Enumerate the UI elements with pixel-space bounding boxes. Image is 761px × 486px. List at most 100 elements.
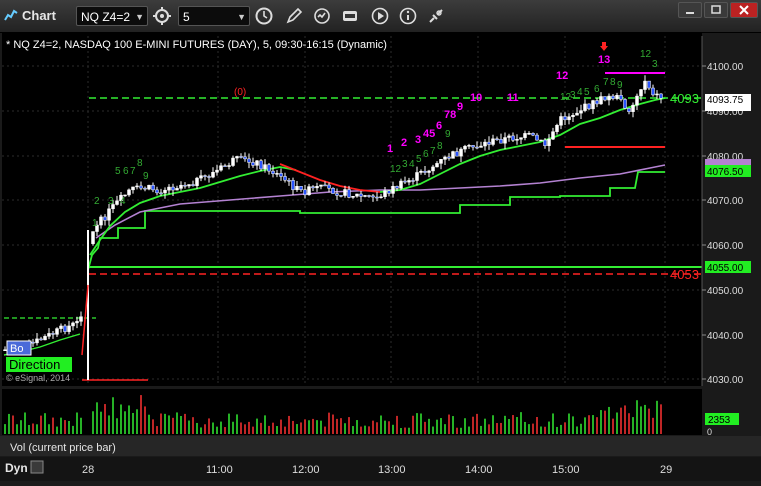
candle-body — [463, 145, 467, 150]
esignal-watermark: © eSignal, 2014 — [6, 373, 70, 383]
candle-body — [523, 133, 527, 138]
candle-body — [235, 156, 239, 159]
svg-text:2: 2 — [94, 196, 100, 207]
candle-body — [259, 160, 263, 170]
candle-body — [611, 95, 615, 99]
chart-area[interactable]: * NQ Z4=2, NASDAQ 100 E-MINI FUTURES (DA… — [0, 33, 761, 481]
candle-body — [335, 193, 339, 196]
svg-text:3: 3 — [415, 134, 421, 146]
candle-body — [615, 95, 619, 99]
candle-body — [659, 93, 663, 99]
magnifier-icon[interactable] — [30, 460, 44, 474]
candle-body — [191, 184, 195, 186]
volume-zero: 0 — [707, 427, 712, 437]
candle-body — [355, 193, 359, 197]
price-tick: 4050.00 — [707, 286, 744, 297]
price-tick: 4040.00 — [707, 331, 744, 342]
candle-body — [239, 156, 243, 158]
link-icon[interactable] — [426, 6, 446, 26]
candle-body — [175, 188, 179, 191]
bo-label: Bo — [10, 343, 23, 355]
candle-body — [107, 208, 111, 221]
interval-dropdown[interactable]: 5 ▼ — [178, 6, 250, 26]
clock-icon[interactable] — [254, 6, 274, 26]
candle-body — [607, 95, 611, 101]
svg-text:9: 9 — [457, 101, 463, 113]
candle-body — [415, 172, 419, 181]
candle-body — [155, 189, 159, 194]
candle-body — [455, 151, 459, 157]
interval-value: 5 — [183, 10, 190, 24]
time-tick: 15:00 — [552, 464, 580, 476]
price-tag-green: 4076.50 — [707, 167, 744, 178]
svg-text:6: 6 — [594, 84, 600, 95]
candle-body — [655, 93, 659, 96]
symbol-dropdown[interactable]: NQ Z4=2 ▼ — [76, 6, 148, 26]
candle-body — [75, 321, 79, 324]
label-marker: (0) — [234, 87, 246, 98]
candle-body — [495, 138, 499, 141]
chevron-down-icon: ▼ — [237, 12, 246, 22]
candle-body — [515, 139, 519, 141]
info-icon[interactable] — [398, 6, 418, 26]
candle-body — [627, 108, 631, 112]
settings-gear-icon[interactable] — [152, 6, 172, 26]
svg-text:7: 7 — [430, 146, 436, 157]
chart-app-icon — [4, 9, 18, 21]
candle-body — [199, 175, 203, 179]
candle-body — [479, 145, 483, 148]
candle-body — [447, 156, 451, 159]
candle-body — [559, 116, 563, 126]
close-button[interactable] — [730, 2, 758, 18]
candle-body — [215, 169, 219, 173]
candle-body — [67, 325, 71, 332]
candle-body — [323, 184, 327, 187]
study-icon[interactable] — [340, 6, 360, 26]
candle-body — [151, 184, 155, 191]
candle-body — [387, 190, 391, 194]
candle-body — [327, 184, 331, 189]
candle-body — [171, 186, 175, 191]
pencil-icon[interactable] — [284, 6, 304, 26]
time-tick: 14:00 — [465, 464, 493, 476]
time-tick: 28 — [82, 464, 94, 476]
svg-text:78: 78 — [444, 109, 456, 121]
candle-body — [503, 137, 507, 144]
candle-body — [3, 349, 7, 351]
candle-body — [243, 156, 247, 160]
refresh-icon[interactable] — [312, 6, 332, 26]
candle-body — [371, 195, 375, 198]
candle-body — [167, 186, 171, 191]
candle-body — [395, 186, 399, 189]
candle-body — [643, 80, 647, 90]
candle-body — [435, 163, 439, 168]
candle-body — [651, 87, 655, 96]
play-icon[interactable] — [370, 6, 390, 26]
candle-body — [211, 171, 215, 178]
svg-text:45: 45 — [423, 128, 435, 140]
svg-text:5: 5 — [115, 166, 121, 177]
candle-body — [91, 231, 95, 244]
price-tick: 4070.00 — [707, 196, 744, 207]
dyn-label[interactable]: Dyn — [5, 461, 28, 475]
candle-body — [567, 116, 571, 121]
svg-text:13: 13 — [598, 54, 610, 66]
candle-body — [623, 99, 627, 109]
candle-body — [131, 186, 135, 191]
svg-text:4: 4 — [409, 159, 415, 170]
chart-header: * NQ Z4=2, NASDAQ 100 E-MINI FUTURES (DA… — [6, 39, 387, 51]
chart-svg[interactable]: * NQ Z4=2, NASDAQ 100 E-MINI FUTURES (DA… — [0, 33, 761, 481]
svg-text:9: 9 — [445, 129, 451, 140]
time-tick: 11:00 — [206, 464, 233, 476]
candle-body — [59, 325, 63, 329]
maximize-button[interactable] — [704, 2, 728, 18]
candle-body — [603, 96, 607, 101]
chevron-down-icon: ▼ — [135, 12, 144, 22]
candle-body — [595, 100, 599, 105]
candle-body — [431, 166, 435, 172]
minimize-button[interactable] — [678, 2, 702, 18]
candle-body — [227, 165, 231, 167]
candle-body — [599, 96, 603, 105]
candle-body — [279, 173, 283, 177]
candle-body — [179, 184, 183, 189]
